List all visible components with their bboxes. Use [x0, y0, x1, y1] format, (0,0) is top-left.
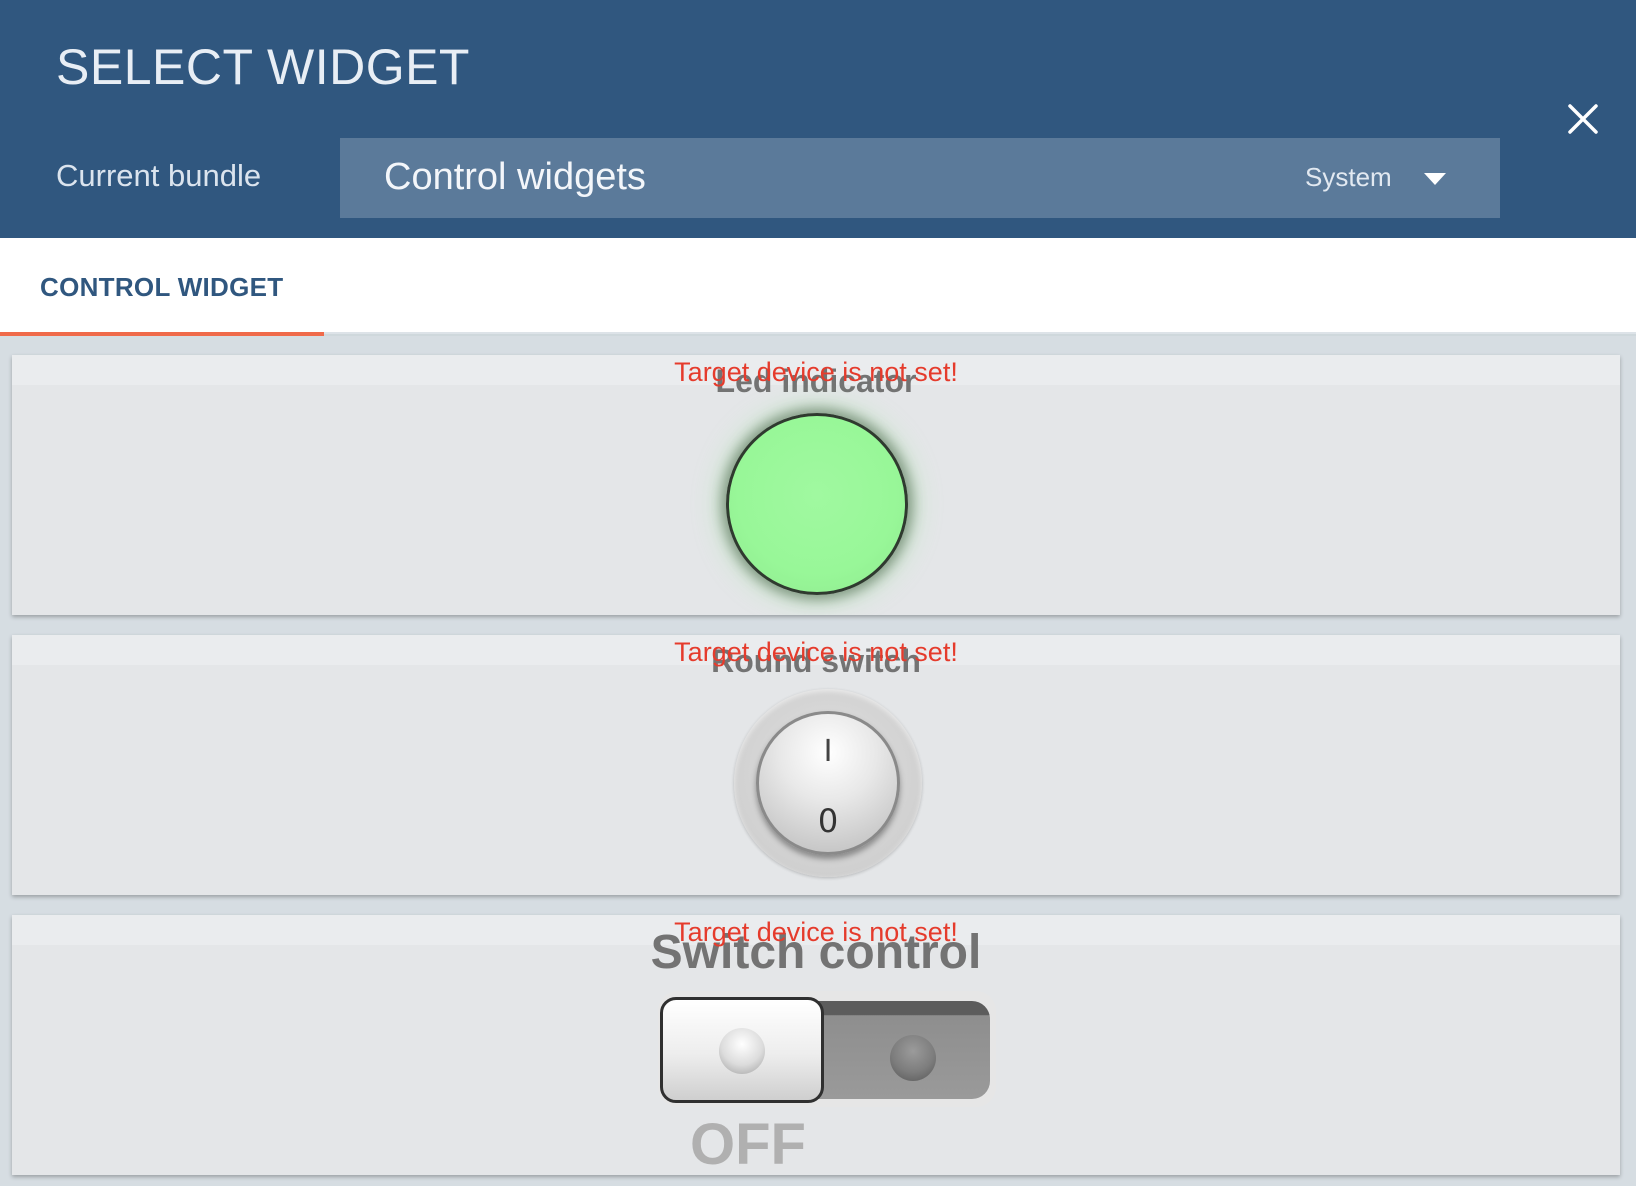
widget-card-switch-control[interactable]: Switch control Target device is not set!… [12, 915, 1620, 1175]
error-message: Target device is not set! [674, 637, 958, 667]
bundle-scope-label: System [1305, 162, 1392, 192]
chevron-down-icon[interactable] [1423, 172, 1447, 186]
widget-card-round-switch[interactable]: Round switch Target device is not set! I… [12, 635, 1620, 895]
widget-list: Led indicator Target device is not set! … [0, 336, 1636, 1186]
error-message: Target device is not set! [674, 917, 958, 947]
round-switch-off-label: 0 [817, 802, 839, 840]
round-switch-on-label: I [823, 734, 833, 769]
round-switch-knob: I 0 [756, 711, 900, 855]
bundle-select[interactable]: Control widgets System [340, 138, 1500, 218]
tab-bar: CONTROL WIDGET [0, 238, 1636, 336]
bundle-selected-value: Control widgets [384, 156, 646, 198]
round-switch: I 0 [734, 689, 922, 877]
dialog-header: SELECT WIDGET Current bundle Control wid… [0, 0, 1636, 238]
bundle-label: Current bundle [56, 158, 262, 193]
widget-card-led-indicator[interactable]: Led indicator Target device is not set! [12, 355, 1620, 615]
toggle-track-dot [890, 1035, 936, 1081]
close-button[interactable] [1562, 98, 1604, 140]
toggle-state-label: OFF [690, 1112, 806, 1175]
close-icon [1568, 104, 1598, 134]
tab-label: CONTROL WIDGET [40, 272, 284, 302]
led-indicator [726, 413, 908, 595]
tab-control-widget[interactable]: CONTROL WIDGET [0, 238, 324, 336]
toggle-knob [660, 997, 824, 1103]
error-message: Target device is not set! [674, 357, 958, 387]
toggle-switch [658, 991, 996, 1107]
dialog-title: SELECT WIDGET [56, 39, 470, 95]
toggle-knob-dot [719, 1028, 765, 1074]
